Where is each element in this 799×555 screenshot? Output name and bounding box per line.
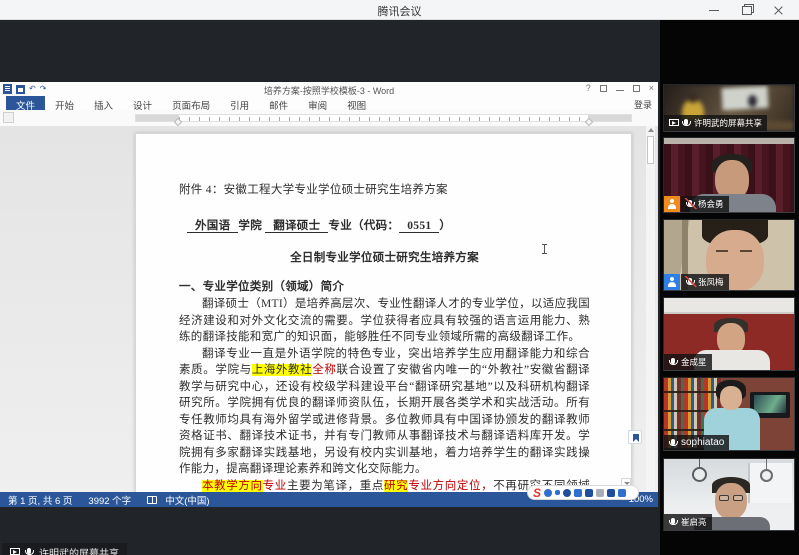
- tab-insert[interactable]: 插入: [84, 96, 123, 110]
- video-tile-cui-qiliang[interactable]: 崔启亮: [663, 458, 795, 531]
- participant-label: sophiatao: [664, 435, 729, 450]
- screen-share-icon: [669, 119, 679, 126]
- participant-label: 金成星: [664, 354, 712, 370]
- document-heading: 全日制专业学位硕士研究生培养方案: [179, 250, 590, 267]
- muted-mic-icon: [688, 200, 692, 206]
- red-comment-text: 全称: [312, 364, 336, 376]
- person-icon: [667, 277, 677, 287]
- tab-home[interactable]: 开始: [45, 96, 84, 110]
- section-heading: 一、专业学位类别（领域）简介: [179, 279, 590, 296]
- muted-mic-icon: [688, 278, 692, 284]
- participant-label: 张凤梅: [681, 274, 729, 290]
- participant-label: 许明武的屏幕共享: [664, 115, 767, 131]
- meeting-title: 腾讯会议: [0, 3, 799, 19]
- major-name: 翻译硕士: [265, 220, 328, 233]
- grid-icon[interactable]: [618, 489, 626, 497]
- ruler[interactable]: [0, 110, 658, 126]
- major-code: 0551: [399, 220, 439, 233]
- vertical-scrollbar[interactable]: [646, 126, 655, 492]
- screen-share-stage: ↶ ↷ 培养方案-按照学校模板-3 - Word ? × 文件 开始 插入 设计…: [0, 20, 660, 555]
- video-tile-sophiatao[interactable]: sophiatao: [663, 377, 795, 451]
- close-icon[interactable]: [767, 4, 789, 16]
- word-window-controls: ? ×: [586, 83, 654, 93]
- participants-sidebar: 许明武的屏幕共享 杨会勇 张凤梅: [660, 20, 799, 555]
- tab-review[interactable]: 审阅: [298, 96, 337, 110]
- document-page[interactable]: 附件 4：安徽工程大学专业学位硕士研究生培养方案 外国语学院 翻译硕士专业（代码…: [135, 133, 632, 492]
- ribbon-options-icon[interactable]: [600, 85, 607, 92]
- tab-selector-icon[interactable]: [3, 112, 14, 123]
- page-indicator[interactable]: 第 1 页, 共 6 页: [0, 493, 80, 507]
- paragraph-2: 翻译专业一直是外语学院的特色专业，突出培养学生应用翻译能力和综合素质。学院与上海…: [179, 346, 590, 478]
- mic-icon: [27, 548, 31, 554]
- voice-input-icon[interactable]: [574, 489, 582, 497]
- ime-toolbar: S: [527, 485, 639, 500]
- text-cursor-icon: [544, 244, 545, 254]
- college-major-line: 外国语学院 翻译硕士专业（代码：0551）: [179, 218, 590, 235]
- toolbox-icon[interactable]: [607, 489, 615, 497]
- hand-raised-badge: [664, 274, 680, 290]
- attachment-line: 附件 4：安徽工程大学专业学位硕士研究生培养方案: [179, 182, 590, 199]
- word-titlebar: ↶ ↷ 培养方案-按照学校模板-3 - Word ? ×: [0, 82, 658, 96]
- ruler-ticks: [179, 117, 590, 121]
- chinese-english-toggle-icon[interactable]: [544, 489, 552, 497]
- tab-file[interactable]: 文件: [6, 96, 45, 110]
- ruler-left-margin: [136, 115, 179, 121]
- video-tile-yang-huiyong[interactable]: 杨会勇: [663, 137, 795, 213]
- ribbon-tab-bar: 文件 开始 插入 设计 页面布局 引用 邮件 审阅 视图 登录: [0, 96, 658, 110]
- skin-icon[interactable]: [596, 489, 604, 497]
- emoji-icon[interactable]: [563, 489, 571, 497]
- scrollbar-thumb[interactable]: [647, 136, 654, 164]
- mic-icon: [671, 358, 675, 364]
- tab-mailings[interactable]: 邮件: [259, 96, 298, 110]
- minimize-icon[interactable]: [703, 4, 725, 16]
- college-name: 外国语: [187, 220, 238, 233]
- highlighted-text: 上海外教社: [252, 364, 313, 376]
- participant-label: 崔启亮: [664, 514, 712, 530]
- mic-icon: [671, 518, 675, 524]
- video-tile-jin-chengxing[interactable]: 金成星: [663, 297, 795, 371]
- sogou-logo-icon[interactable]: S: [533, 487, 541, 499]
- ruler-right-margin: [588, 115, 631, 121]
- paragraph-1: 翻译硕士（MTI）是培养高层次、专业性翻译人才的专业学位，以适应我国经济建设和对…: [179, 296, 590, 346]
- video-tile-xu-mingwu[interactable]: 许明武的屏幕共享: [663, 84, 795, 132]
- mic-icon: [684, 119, 688, 125]
- tab-view[interactable]: 视图: [337, 96, 376, 110]
- mic-icon: [671, 439, 675, 445]
- proofing-icon[interactable]: [147, 496, 157, 504]
- word-restore-icon[interactable]: [633, 85, 640, 92]
- meeting-titlebar: 腾讯会议: [0, 0, 799, 20]
- word-count[interactable]: 3992 个字: [80, 493, 139, 507]
- tab-references[interactable]: 引用: [220, 96, 259, 110]
- document-area: 附件 4：安徽工程大学专业学位硕士研究生培养方案 外国语学院 翻译硕士专业（代码…: [0, 126, 658, 492]
- tab-page-layout[interactable]: 页面布局: [162, 96, 220, 110]
- word-window: ↶ ↷ 培养方案-按照学校模板-3 - Word ? × 文件 开始 插入 设计…: [0, 82, 658, 507]
- language-indicator[interactable]: 中文(中国): [157, 493, 217, 507]
- word-minimize-icon[interactable]: [616, 90, 624, 91]
- presenter-share-label: 许明武的屏幕共享: [2, 543, 127, 555]
- scroll-up-icon[interactable]: [648, 128, 654, 132]
- comment-bookmark-icon[interactable]: [628, 430, 642, 444]
- participant-label: 杨会勇: [681, 196, 729, 212]
- video-tile-zhang-fengmei[interactable]: 张凤梅: [663, 219, 795, 291]
- word-close-icon[interactable]: ×: [649, 83, 654, 93]
- maximize-icon[interactable]: [735, 4, 757, 16]
- tab-design[interactable]: 设计: [123, 96, 162, 110]
- keyboard-icon[interactable]: [585, 489, 593, 497]
- person-icon: [667, 199, 677, 209]
- hand-raised-badge: [664, 196, 680, 212]
- screen-share-icon: [10, 548, 20, 555]
- punctuation-icon[interactable]: [555, 490, 560, 495]
- help-icon[interactable]: ?: [586, 83, 591, 93]
